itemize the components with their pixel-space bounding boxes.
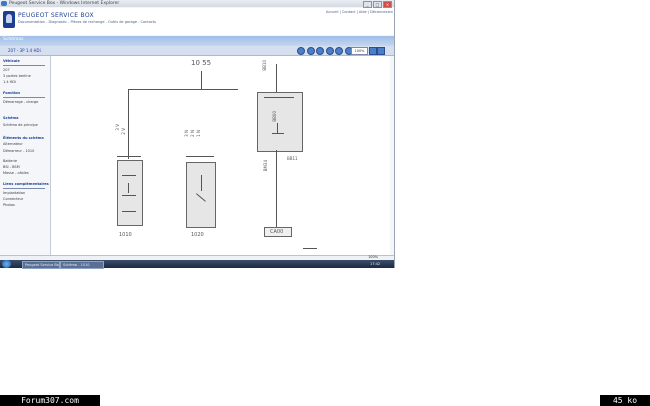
brand-title: PEUGEOT SERVICE BOX bbox=[18, 12, 94, 19]
wiring-diagram: 10 55 3 V 2 V 1010 3 N 2 N 1 N 1020 BB10… bbox=[51, 56, 390, 255]
first-page-icon[interactable] bbox=[297, 47, 305, 55]
component-1020[interactable] bbox=[186, 162, 216, 228]
wire bbox=[117, 156, 141, 157]
nav-divider bbox=[3, 65, 45, 66]
file-size: 45 ko bbox=[600, 395, 650, 406]
wire bbox=[186, 156, 214, 157]
pin-label: 2 N bbox=[190, 130, 195, 137]
wire bbox=[276, 64, 277, 92]
brand-subtitle: Documentation - Diagnostic - Pièces de r… bbox=[18, 20, 156, 24]
nav-function-head: Fonction bbox=[3, 91, 20, 95]
nav-vehicle-line[interactable]: 3 portes berline bbox=[3, 74, 31, 78]
component-1010[interactable] bbox=[117, 160, 143, 226]
browser-icon bbox=[1, 1, 7, 6]
component-code: 1010 bbox=[119, 232, 132, 238]
pin-label: BM34 bbox=[263, 160, 268, 172]
wire bbox=[128, 89, 238, 90]
wire bbox=[201, 71, 202, 89]
nav-schema-head: Schéma bbox=[3, 116, 19, 120]
taskbar-item[interactable]: Peugeot Service Box bbox=[22, 261, 60, 269]
wire bbox=[303, 248, 317, 249]
window-controls: _ □ × bbox=[363, 1, 392, 8]
zoom-select[interactable]: 100% bbox=[351, 47, 368, 55]
zoom-in-icon[interactable] bbox=[335, 47, 343, 55]
pin-label: BB11 bbox=[287, 156, 298, 161]
pin-label: BB10 bbox=[262, 60, 267, 71]
ground-code: CA00 bbox=[270, 229, 284, 235]
menu-band bbox=[0, 36, 394, 46]
nav-element-line[interactable]: Démarreur - 1010 bbox=[3, 149, 34, 153]
pin-label: 2 V bbox=[121, 128, 126, 135]
left-nav: Véhicule 207 3 portes berline 1.4 HDi Fo… bbox=[0, 56, 51, 255]
next-page-icon[interactable] bbox=[316, 47, 324, 55]
nav-element-line[interactable]: Masse - câbles bbox=[3, 171, 29, 175]
nav-function-line[interactable]: Démarrage - charge bbox=[3, 100, 38, 104]
nav-link-line[interactable]: Photos bbox=[3, 203, 15, 207]
nav-vehicle-line[interactable]: 207 bbox=[3, 68, 10, 72]
nav-links-head: Liens complémentaires bbox=[3, 182, 49, 186]
nav-element-line[interactable]: Alternateur bbox=[3, 142, 23, 146]
system-clock: 17:42 bbox=[370, 262, 381, 266]
start-button[interactable] bbox=[2, 260, 11, 268]
nav-element-line[interactable]: Batterie bbox=[3, 159, 17, 163]
window-title: Peugeot Service Box - Windows Internet E… bbox=[9, 1, 120, 6]
wire bbox=[128, 89, 129, 159]
nav-element-line[interactable]: BSI - BSM bbox=[3, 165, 20, 169]
component-label: BB00 bbox=[272, 111, 277, 122]
nav-vehicle-line[interactable]: 1.4 HDi bbox=[3, 80, 16, 84]
top-links[interactable]: Accueil | Contact | Aide | Déconnexion bbox=[326, 10, 393, 14]
last-page-icon[interactable] bbox=[325, 47, 334, 55]
close-view-icon[interactable] bbox=[377, 47, 385, 55]
pin-label: 1 N bbox=[196, 130, 201, 137]
taskbar-item[interactable]: Schéma - 1010 bbox=[60, 261, 104, 269]
wire bbox=[276, 150, 277, 230]
previous-page-icon[interactable] bbox=[306, 47, 315, 55]
status-zoom[interactable]: 100% bbox=[368, 255, 378, 259]
brand-logo bbox=[3, 11, 15, 28]
minimize-button[interactable]: _ bbox=[363, 1, 372, 8]
maximize-button[interactable]: □ bbox=[373, 1, 382, 8]
title-bar: Peugeot Service Box - Windows Internet E… bbox=[0, 0, 394, 8]
vehicle-label: 207 - 3P 1.4 HDi bbox=[8, 48, 41, 53]
forum-watermark: Forum307.com bbox=[0, 395, 100, 406]
nav-divider bbox=[3, 188, 45, 189]
nav-schema-line[interactable]: Schéma de principe bbox=[3, 123, 38, 127]
lion-icon bbox=[6, 14, 12, 23]
nav-elements-head: Éléments du schéma bbox=[3, 136, 44, 140]
pin-label: 3 N bbox=[184, 130, 189, 137]
nav-link-line[interactable]: Implantation bbox=[3, 191, 25, 195]
ground-block[interactable]: CA00 bbox=[264, 227, 292, 237]
nav-vehicle-head: Véhicule bbox=[3, 59, 20, 63]
tab-schemas[interactable]: Schémas bbox=[3, 37, 23, 42]
pin-label: 3 V bbox=[115, 124, 120, 131]
diagram-title: 10 55 bbox=[191, 59, 212, 67]
nav-divider bbox=[3, 97, 45, 98]
nav-link-line[interactable]: Connecteur bbox=[3, 197, 23, 201]
close-button[interactable]: × bbox=[383, 1, 392, 8]
component-bb00[interactable]: BB00 bbox=[257, 92, 303, 152]
component-code: 1020 bbox=[191, 232, 204, 238]
help-icon[interactable] bbox=[369, 47, 377, 55]
